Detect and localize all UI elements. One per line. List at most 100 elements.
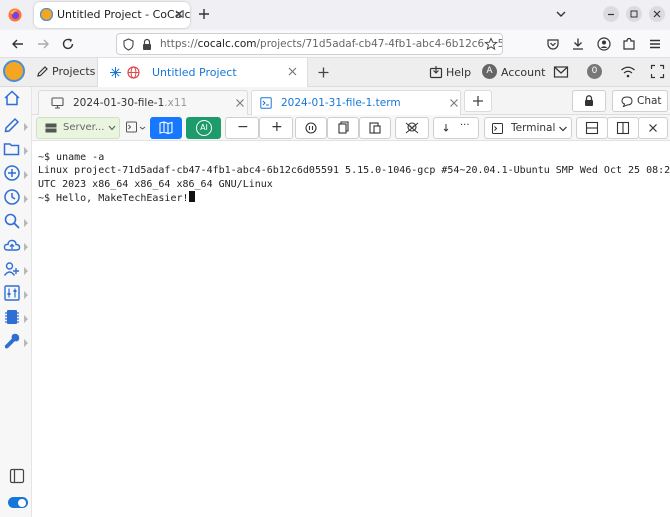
- server-button[interactable]: Server...: [36, 117, 120, 139]
- map-button[interactable]: [150, 117, 182, 139]
- notification-count-badge[interactable]: 0: [587, 64, 602, 79]
- browser-tab-title: Untitled Project - CoCalc: [57, 8, 191, 21]
- more-label: ···: [460, 120, 470, 131]
- paste-button[interactable]: [359, 117, 391, 139]
- terminal-menu-icon[interactable]: [126, 121, 148, 134]
- plus-icon: [473, 96, 483, 106]
- add-file-tab-button[interactable]: [464, 90, 492, 112]
- messages-envelope-icon[interactable]: [553, 65, 569, 79]
- new-tab-icon[interactable]: [197, 7, 211, 21]
- tab-list-chevron-icon[interactable]: [555, 8, 567, 20]
- desktop-icon: [51, 97, 64, 109]
- copy-button[interactable]: [327, 117, 359, 139]
- extensions-puzzle-icon[interactable]: [622, 37, 636, 51]
- cocalc-top-bar: Projects Untitled Project Help A Account…: [0, 58, 670, 87]
- sidebar-item-edit[interactable]: [3, 116, 31, 138]
- file-name: 2024-01-31-file-1: [281, 97, 373, 109]
- sidebar-item-upload[interactable]: [3, 236, 31, 258]
- ai-label: AI: [196, 120, 212, 136]
- reload-icon[interactable]: [61, 37, 75, 51]
- chat-label: Chat: [637, 95, 662, 107]
- file-extension: .term: [372, 97, 401, 109]
- help-label[interactable]: Help: [446, 66, 471, 79]
- firefox-icon[interactable]: [8, 8, 22, 22]
- bookmark-star-icon[interactable]: [484, 37, 498, 51]
- cocalc-favicon-icon: [40, 8, 53, 21]
- forward-arrow-icon[interactable]: [36, 37, 50, 51]
- sidebar-item-tools[interactable]: [3, 332, 31, 354]
- frame-type-select[interactable]: Terminal: [484, 117, 572, 139]
- terminal-line: Linux project-71d5adaf-cb47-4fb1-abc4-6b…: [38, 165, 670, 177]
- zoom-in-button[interactable]: +: [259, 117, 293, 139]
- shield-icon[interactable]: [122, 38, 135, 51]
- map-icon: [159, 121, 173, 135]
- fullscreen-icon[interactable]: [650, 64, 665, 79]
- terminal-icon: [492, 123, 503, 134]
- sidebar-item-files[interactable]: [3, 140, 31, 162]
- close-project-tab-icon[interactable]: [287, 66, 298, 77]
- close-window-icon[interactable]: [649, 6, 665, 22]
- browser-nav-bar: https://cocalc.com/projects/71d5adaf-cb4…: [0, 30, 670, 58]
- ai-assistant-button[interactable]: AI: [186, 117, 221, 139]
- sidebar-item-settings[interactable]: [3, 284, 31, 306]
- zoom-out-label: −: [237, 119, 249, 135]
- terminal-toolbar: Server... AI − + ··· Terminal: [32, 115, 670, 141]
- terminal-output[interactable]: ~$ uname -a Linux project-71d5adaf-cb47-…: [32, 141, 670, 517]
- split-horizontal-button[interactable]: [576, 117, 608, 139]
- zoom-out-button[interactable]: −: [225, 117, 259, 139]
- chat-button[interactable]: Chat: [612, 90, 668, 112]
- wrench-icon: [4, 333, 20, 349]
- url-host: cocalc.com: [197, 38, 257, 50]
- sidebar-item-processes[interactable]: [3, 308, 31, 330]
- sidebar-toggle-panel-icon[interactable]: [9, 468, 25, 484]
- project-sidebar: [0, 87, 32, 517]
- pause-button[interactable]: [295, 117, 327, 139]
- close-tab-icon[interactable]: [173, 8, 185, 20]
- account-label[interactable]: Account: [501, 66, 545, 79]
- skull-crossbones-icon: [405, 122, 419, 134]
- browser-tab[interactable]: Untitled Project - CoCalc: [34, 2, 191, 28]
- back-arrow-icon[interactable]: [11, 37, 25, 51]
- minimize-window-icon[interactable]: [603, 6, 619, 22]
- close-file-tab-icon[interactable]: [235, 98, 245, 108]
- lock-icon[interactable]: [141, 38, 153, 51]
- file-tab-term-label: 2024-01-31-file-1.term: [281, 97, 401, 109]
- history-clock-icon: [4, 189, 20, 205]
- close-frame-button[interactable]: [638, 117, 668, 139]
- lock-file-button[interactable]: [572, 90, 606, 112]
- url-text[interactable]: https://cocalc.com/projects/71d5adaf-cb4…: [160, 38, 502, 50]
- sidebar-toggle-switch[interactable]: [8, 497, 28, 508]
- help-icon[interactable]: [429, 65, 443, 79]
- split-vertical-button[interactable]: [607, 117, 639, 139]
- more-actions-button[interactable]: ···: [433, 117, 479, 139]
- app-menu-icon[interactable]: [648, 37, 662, 51]
- sidebar-item-find[interactable]: [3, 212, 31, 234]
- edit-pencil-icon: [4, 117, 20, 133]
- pause-circle-icon: [305, 122, 317, 134]
- cocalc-logo[interactable]: [3, 60, 25, 82]
- terminal-text: ~$ uname -a Linux project-71d5adaf-cb47-…: [38, 151, 670, 206]
- sidebar-item-users[interactable]: [3, 260, 31, 282]
- download-icon[interactable]: [571, 37, 585, 51]
- pocket-icon[interactable]: [546, 37, 560, 51]
- sort-arrow-icon: [443, 123, 449, 133]
- project-tab[interactable]: Untitled Project: [97, 58, 308, 87]
- kill-process-button[interactable]: [395, 117, 429, 139]
- close-file-tab-icon[interactable]: [449, 98, 459, 108]
- file-tab-x11[interactable]: 2024-01-30-file-1.x11: [38, 90, 248, 115]
- connection-wifi-icon[interactable]: [620, 65, 636, 79]
- terminal-icon: [260, 97, 272, 109]
- chat-bubble-icon: [621, 96, 633, 107]
- address-bar[interactable]: https://cocalc.com/projects/71d5adaf-cb4…: [116, 33, 503, 55]
- file-tab-term[interactable]: 2024-01-31-file-1.term: [251, 90, 461, 116]
- account-avatar[interactable]: A: [482, 64, 497, 79]
- account-circle-icon[interactable]: [597, 37, 611, 51]
- sidebar-item-home[interactable]: [3, 89, 31, 111]
- projects-button[interactable]: Projects: [30, 58, 96, 86]
- restore-window-icon[interactable]: [626, 6, 642, 22]
- add-project-tab-icon[interactable]: [317, 66, 330, 79]
- sidebar-item-new[interactable]: [3, 164, 31, 186]
- frame-type-label: Terminal: [511, 122, 556, 134]
- file-tab-x11-label: 2024-01-30-file-1.x11: [73, 97, 187, 109]
- sidebar-item-log[interactable]: [3, 188, 31, 210]
